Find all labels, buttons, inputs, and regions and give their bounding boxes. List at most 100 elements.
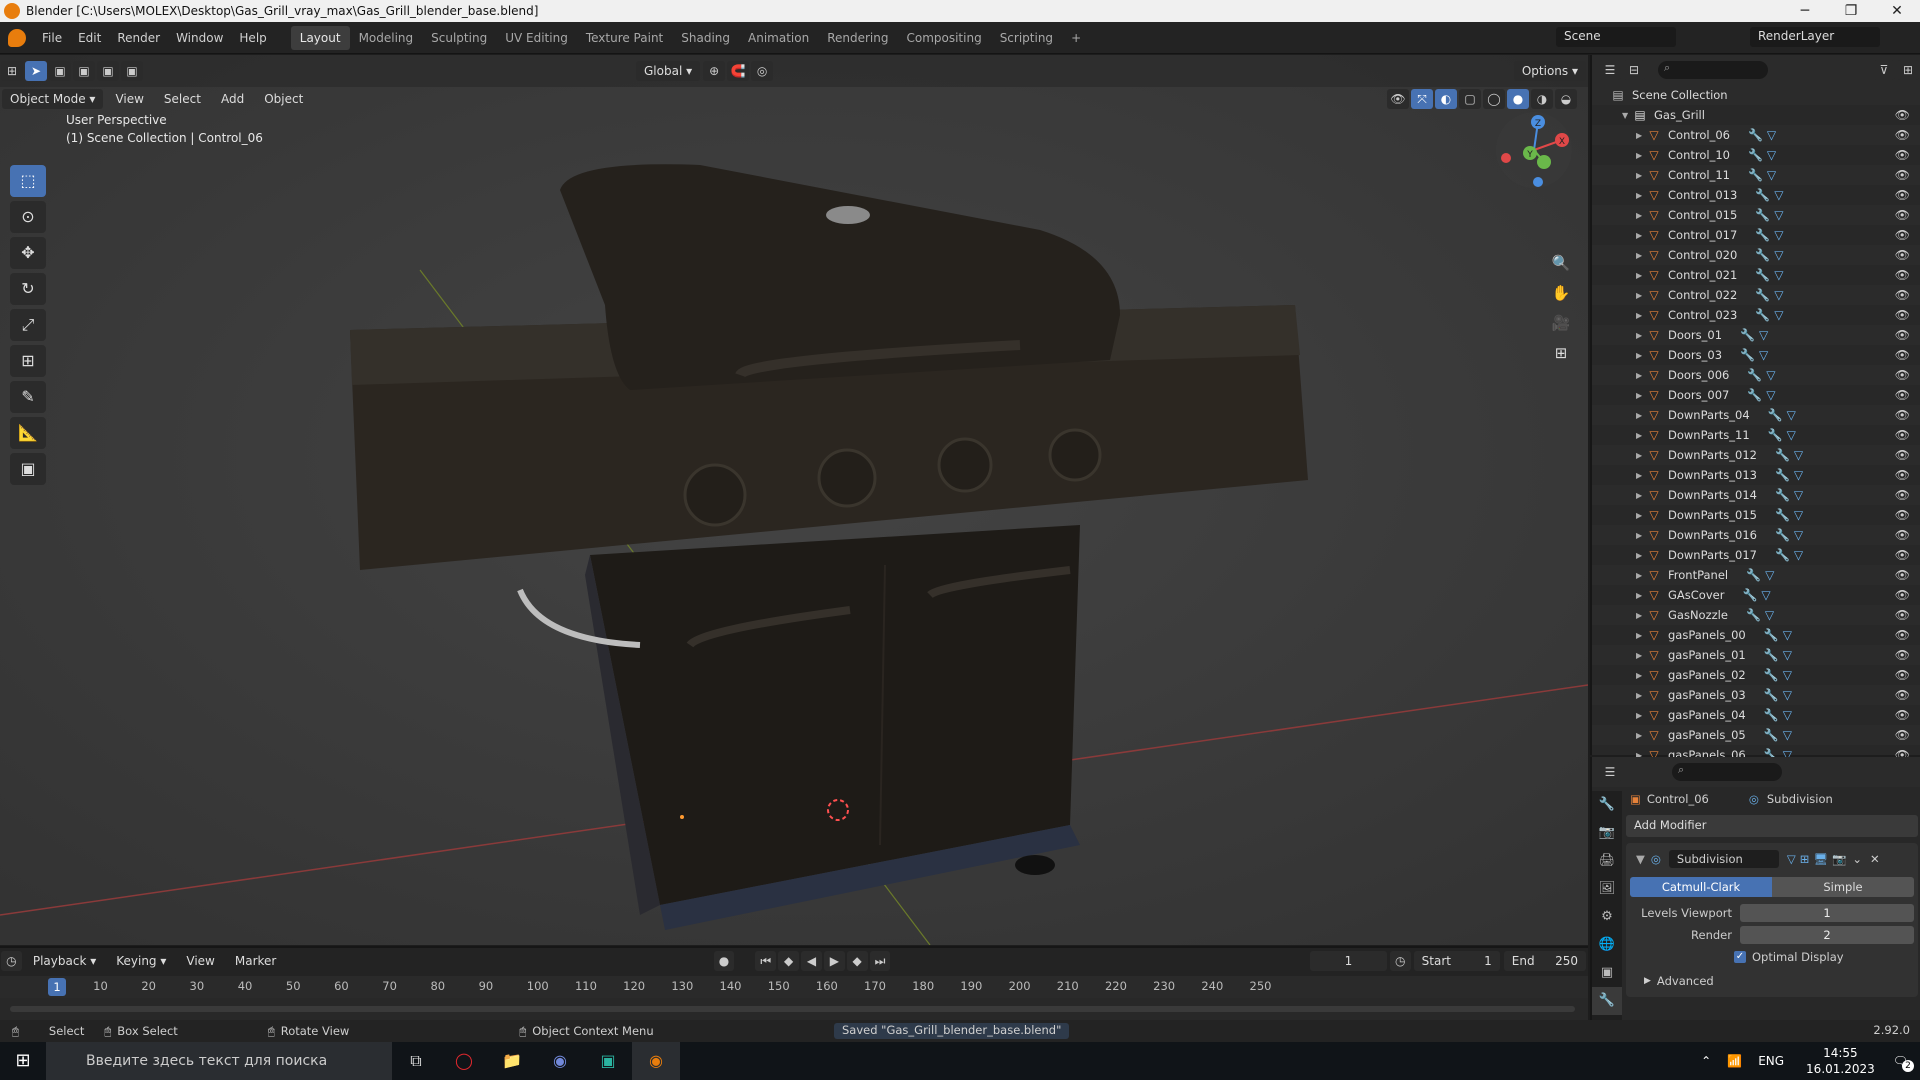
outliner-object-row[interactable]: ▶ ▽ Control_022 🔧▽ 👁 [1592,285,1920,305]
visibility-eye-icon[interactable]: 👁 [1895,528,1910,542]
visibility-eye-icon[interactable]: 👁 [1895,508,1910,522]
menu-edit[interactable]: Edit [70,31,109,45]
view-layer-tab-icon[interactable]: 🖼 [1592,875,1622,903]
expand-chevron-icon[interactable]: ▶ [1636,611,1646,620]
expand-chevron-icon[interactable]: ▶ [1636,231,1646,240]
expand-chevron-icon[interactable]: ▶ [1636,671,1646,680]
tab-compositing[interactable]: Compositing [897,26,990,50]
visibility-eye-icon[interactable]: 👁 [1895,708,1910,722]
expand-chevron-icon[interactable]: ▶ [1636,171,1646,180]
visibility-eye-icon[interactable]: 👁 [1895,248,1910,262]
visibility-eye-icon[interactable]: 👁 [1895,548,1910,562]
remove-modifier-icon[interactable]: ✕ [1870,852,1880,866]
outliner-object-row[interactable]: ▶ ▽ DownParts_013 🔧▽ 👁 [1592,465,1920,485]
visibility-eye-icon[interactable]: 👁 [1895,388,1910,402]
optimal-display-checkbox[interactable]: ✓ [1734,951,1746,963]
task-view-icon[interactable]: ⧉ [392,1042,440,1080]
add-cube-tool-icon[interactable]: ▣ [10,453,46,485]
expand-chevron-icon[interactable]: ▶ [1636,291,1646,300]
visibility-eye-icon[interactable]: 👁 [1895,488,1910,502]
snap-icon[interactable]: 🧲 [727,61,750,81]
gas-grill-collection-row[interactable]: ▼ ▤ Gas_Grill 👁 [1592,105,1920,125]
visibility-eye-icon[interactable]: 👁 [1895,448,1910,462]
blender-menu-icon[interactable] [8,28,26,47]
scale-tool-icon[interactable]: ⤢ [10,309,46,341]
visibility-eye-icon[interactable]: 👁 [1895,688,1910,702]
tab-shading[interactable]: Shading [672,26,739,50]
levels-viewport-input[interactable]: 1 [1740,904,1914,922]
visibility-icon[interactable]: 👁 [1387,89,1409,109]
opera-browser-icon[interactable]: ◯ [440,1042,488,1080]
outliner-object-row[interactable]: ▶ ▽ DownParts_016 🔧▽ 👁 [1592,525,1920,545]
material-shading-icon[interactable]: ◑ [1531,89,1553,109]
editor-type-icon[interactable]: ⊞ [1,61,23,81]
outliner-object-row[interactable]: ▶ ▽ DownParts_017 🔧▽ 👁 [1592,545,1920,565]
file-explorer-icon[interactable]: 📁 [488,1042,536,1080]
visibility-eye-icon[interactable]: 👁 [1895,188,1910,202]
outliner-object-row[interactable]: ▶ ▽ Control_021 🔧▽ 👁 [1592,265,1920,285]
terminal-app-icon[interactable]: ▣ [584,1042,632,1080]
current-frame-marker[interactable]: 1 [48,978,66,996]
end-frame-field[interactable]: End 250 [1503,951,1587,971]
visibility-eye-icon[interactable]: 👁 [1895,108,1910,122]
visibility-eye-icon[interactable]: 👁 [1895,288,1910,302]
collapse-chevron-icon[interactable]: ▼ [1636,852,1645,866]
overlays-toggle-icon[interactable]: ◐ [1435,89,1457,109]
expand-chevron-icon[interactable]: ▶ [1636,491,1646,500]
outliner-object-row[interactable]: ▶ ▽ DownParts_11 🔧▽ 👁 [1592,425,1920,445]
keyboard-language[interactable]: ENG [1758,1054,1784,1068]
expand-chevron-icon[interactable]: ▶ [1636,631,1646,640]
outliner-object-row[interactable]: ▶ ▽ GAsCover 🔧▽ 👁 [1592,585,1920,605]
visibility-eye-icon[interactable]: 👁 [1895,228,1910,242]
preview-range-icon[interactable]: ◷ [1389,951,1411,971]
expand-chevron-icon[interactable]: ▶ [1636,711,1646,720]
world-tab-icon[interactable]: 🌐 [1592,931,1622,959]
outliner-object-row[interactable]: ▶ ▽ Control_013 🔧▽ 👁 [1592,185,1920,205]
outliner-object-row[interactable]: ▶ ▽ Control_023 🔧▽ 👁 [1592,305,1920,325]
cursor-tool-icon[interactable]: ⊙ [10,201,46,233]
select-mode-invert-icon[interactable]: ▣ [121,61,143,81]
visibility-eye-icon[interactable]: 👁 [1895,328,1910,342]
outliner-object-row[interactable]: ▶ ▽ gasPanels_04 🔧▽ 👁 [1592,705,1920,725]
outliner-object-row[interactable]: ▶ ▽ Control_10 🔧▽ 👁 [1592,145,1920,165]
next-keyframe-icon[interactable]: ◆ [846,951,868,971]
timeline-editor-type-icon[interactable]: ◷ [1,951,22,971]
minimize-button[interactable]: ─ [1782,3,1828,19]
visibility-eye-icon[interactable]: 👁 [1895,268,1910,282]
3d-viewport[interactable]: ⊞ ➤ ▣ ▣ ▣ ▣ Global ▾ ⊕ 🧲 ◎ Options ▾ Obj… [0,55,1588,945]
viewport-menu-select[interactable]: Select [156,89,209,109]
tab-scripting[interactable]: Scripting [991,26,1062,50]
prev-keyframe-icon[interactable]: ◆ [778,951,800,971]
visibility-eye-icon[interactable]: 👁 [1895,468,1910,482]
select-mode-subtract-icon[interactable]: ▣ [97,61,119,81]
outliner-search-input[interactable]: ⌕ [1658,61,1768,79]
outliner-object-row[interactable]: ▶ ▽ gasPanels_03 🔧▽ 👁 [1592,685,1920,705]
outliner-object-row[interactable]: ▶ ▽ Control_020 🔧▽ 👁 [1592,245,1920,265]
visibility-eye-icon[interactable]: 👁 [1895,168,1910,182]
outliner-object-row[interactable]: ▶ ▽ DownParts_014 🔧▽ 👁 [1592,485,1920,505]
expand-chevron-icon[interactable]: ▶ [1636,531,1646,540]
close-button[interactable]: ✕ [1874,3,1920,19]
visibility-eye-icon[interactable]: 👁 [1895,668,1910,682]
visibility-eye-icon[interactable]: 👁 [1895,608,1910,622]
expand-chevron-icon[interactable]: ▶ [1636,571,1646,580]
display-mode-icon[interactable]: ⊟ [1623,60,1645,80]
expand-chevron-icon[interactable]: ▶ [1636,331,1646,340]
camera-view-icon[interactable]: 🎥 [1548,310,1574,336]
select-mode-new-icon[interactable]: ▣ [49,61,71,81]
tab-rendering[interactable]: Rendering [818,26,897,50]
timeline-track[interactable] [0,998,1588,1020]
visibility-eye-icon[interactable]: 👁 [1895,428,1910,442]
outliner-object-row[interactable]: ▶ ▽ Doors_007 🔧▽ 👁 [1592,385,1920,405]
output-tab-icon[interactable]: 🖨 [1592,847,1622,875]
measure-tool-icon[interactable]: 📐 [10,417,46,449]
filter-icon[interactable]: ⊽ [1873,60,1895,80]
properties-search-input[interactable]: ⌕ [1672,763,1782,781]
viewport-menu-object[interactable]: Object [256,89,311,109]
outliner-object-row[interactable]: ▶ ▽ gasPanels_00 🔧▽ 👁 [1592,625,1920,645]
outliner-object-row[interactable]: ▶ ▽ DownParts_04 🔧▽ 👁 [1592,405,1920,425]
catmull-clark-option[interactable]: Catmull-Clark [1630,877,1772,897]
play-reverse-icon[interactable]: ◀ [801,951,822,971]
modifier-menu-chevron-icon[interactable]: ⌄ [1852,852,1862,866]
outliner-object-row[interactable]: ▶ ▽ Doors_006 🔧▽ 👁 [1592,365,1920,385]
